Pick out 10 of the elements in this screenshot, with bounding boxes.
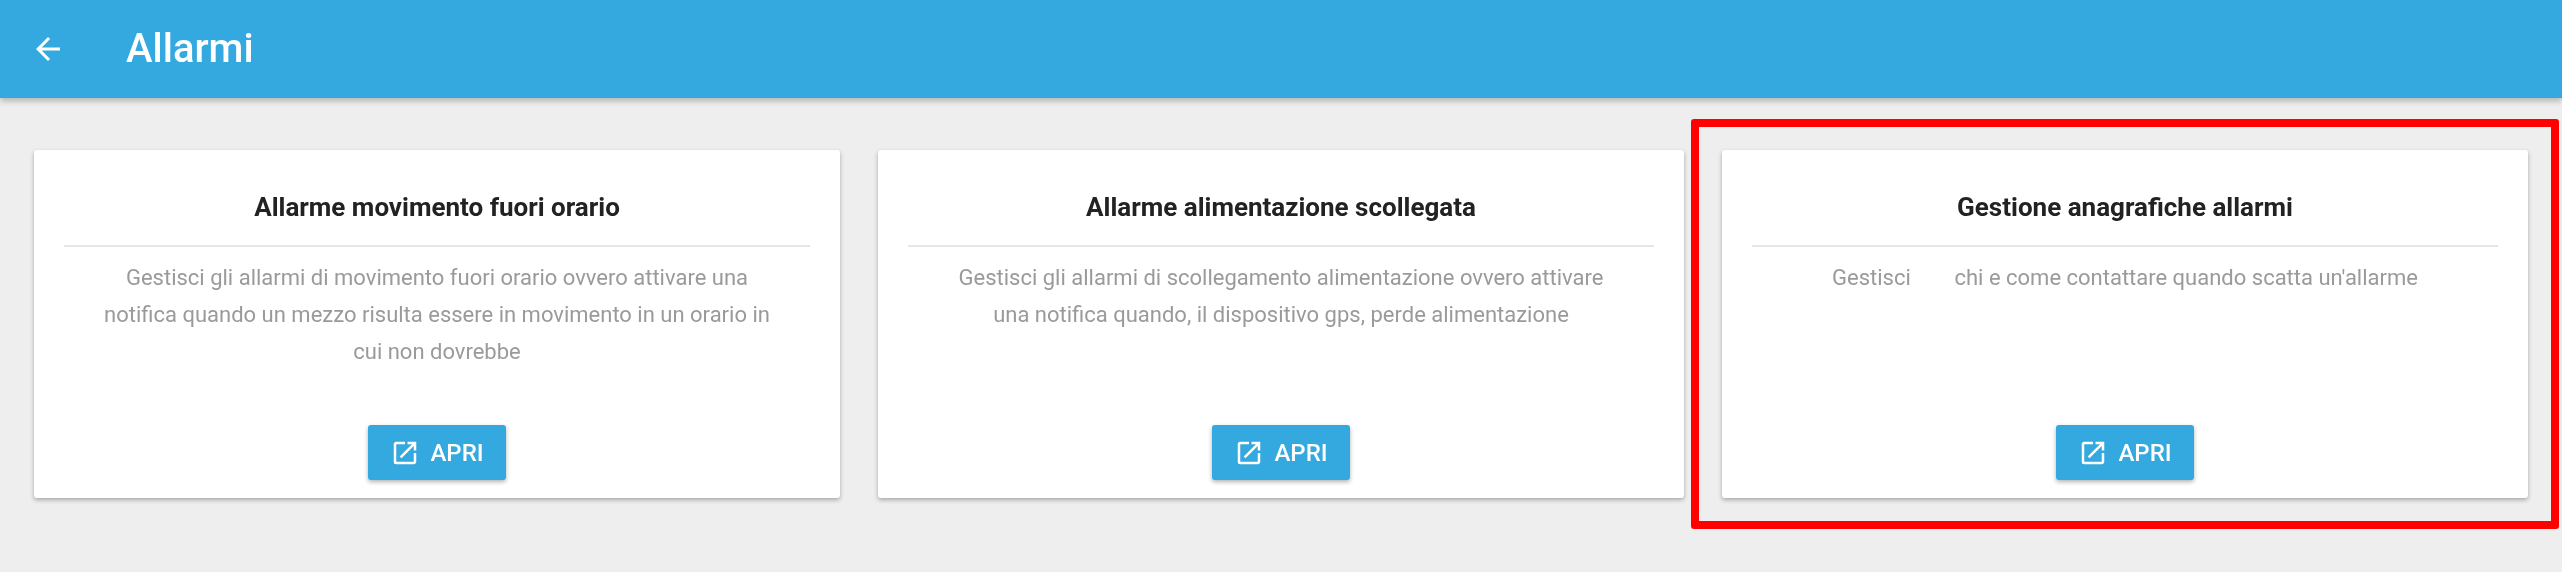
card-title: Allarme alimentazione scollegata — [1086, 191, 1476, 224]
card-description: Gestisci chi e come contattare quando scatta un'allarme — [1831, 264, 2419, 292]
open-button[interactable]: APRI — [368, 425, 506, 480]
card-title: Allarme movimento fuori orario — [254, 191, 620, 224]
card-description: Gestisci gli allarmi di scollegamento alimentazione ovvero attivare una notifica quando, il dispositivo gps, perde alimentazione — [957, 264, 1605, 329]
open-button[interactable]: APRI — [2056, 425, 2194, 480]
page-title: Allarmi — [126, 24, 254, 74]
card-title: Gestione anagrafiche allarmi — [1957, 191, 2293, 224]
card-description: Gestisci gli allarmi di movimento fuori orario ovvero attivare una notifica quando un mezzo risulta essere in movimento in un orario in cui non dovrebbe — [103, 264, 771, 366]
open-button[interactable]: APRI — [1212, 425, 1350, 480]
